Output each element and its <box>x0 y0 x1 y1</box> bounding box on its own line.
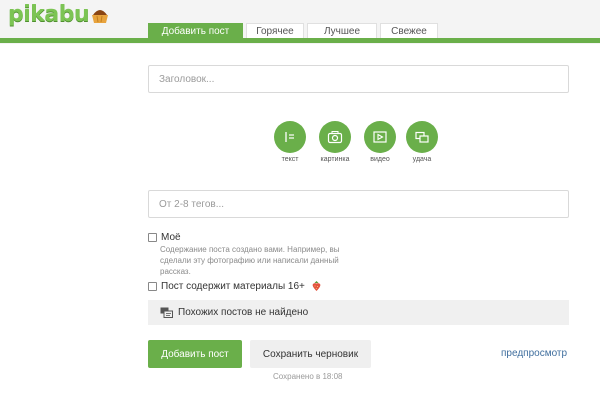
save-draft-button[interactable]: Сохранить черновик <box>250 340 371 368</box>
add-video-block-button[interactable]: видео <box>364 121 396 163</box>
mine-checkbox-row[interactable]: Моё <box>148 232 181 243</box>
block-label-image: картинка <box>320 156 350 163</box>
similar-posts-text: Похожих постов не найдено <box>178 307 309 318</box>
adult-checkbox[interactable] <box>148 281 157 291</box>
video-icon <box>364 121 396 153</box>
post-title-input[interactable] <box>148 65 569 93</box>
add-image-block-button[interactable]: картинка <box>316 121 354 163</box>
main-tabs: Добавить пост Горячее Лучшее Свежее <box>148 23 438 39</box>
preview-link[interactable]: предпросмотр <box>501 348 567 359</box>
tab-add-post[interactable]: Добавить пост <box>148 23 243 39</box>
cupcake-logo-icon <box>92 9 109 23</box>
site-header: pikabu Добавить пост Горячее Лучшее Свеж… <box>0 0 600 44</box>
similar-posts-notice: Похожих постов не найдено <box>148 300 569 325</box>
logo[interactable]: pikabu <box>8 2 110 27</box>
header-divider <box>0 38 600 43</box>
block-label-video: видео <box>370 156 390 163</box>
add-luck-block-button[interactable]: удача <box>406 121 438 163</box>
adult-checkbox-label: Пост содержит материалы 16+ <box>161 280 305 292</box>
luck-icon <box>406 121 438 153</box>
logo-text: pikabu <box>8 2 90 27</box>
tags-input[interactable] <box>148 190 569 218</box>
add-post-button[interactable]: Добавить пост <box>148 340 242 368</box>
camera-icon <box>319 121 351 153</box>
add-text-block-button[interactable]: текст <box>274 121 306 163</box>
block-label-text: текст <box>281 156 299 163</box>
saved-status: Сохранено в 18:08 <box>273 372 343 381</box>
strawberry-icon <box>312 281 321 291</box>
posts-icon <box>160 307 173 318</box>
mine-checkbox[interactable] <box>148 233 157 242</box>
mine-description: Содержание поста создано вами. Например,… <box>160 245 340 276</box>
text-icon <box>274 121 306 153</box>
tab-best[interactable]: Лучшее <box>307 23 377 39</box>
content-block-picker: текст картинка видео удача <box>274 121 438 163</box>
mine-checkbox-label: Моё <box>161 232 181 243</box>
block-label-luck: удача <box>412 156 432 163</box>
tab-hot[interactable]: Горячее <box>246 23 304 39</box>
tab-fresh[interactable]: Свежее <box>380 23 438 39</box>
adult-checkbox-row[interactable]: Пост содержит материалы 16+ <box>148 280 322 292</box>
